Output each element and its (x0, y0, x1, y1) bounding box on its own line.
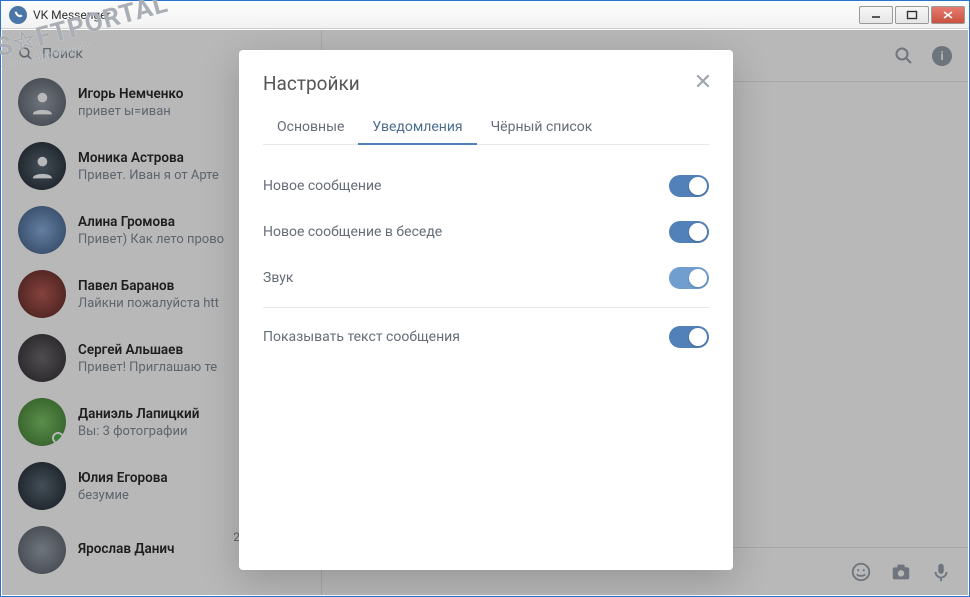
close-icon[interactable]: ✕ (691, 70, 715, 94)
settings-body: Новое сообщение Новое сообщение в беседе… (239, 145, 733, 378)
settings-tabs: Основные Уведомления Чёрный список (263, 111, 709, 145)
toggle-show-text[interactable] (669, 326, 709, 348)
toggle-new-message[interactable] (669, 175, 709, 197)
setting-new-message-chat: Новое сообщение в беседе (263, 209, 709, 255)
setting-label: Новое сообщение в беседе (263, 224, 442, 240)
divider (263, 307, 709, 308)
setting-show-text: Показывать текст сообщения (263, 314, 709, 360)
modal-title: Настройки (263, 72, 709, 95)
minimize-button[interactable] (859, 6, 893, 24)
setting-label: Показывать текст сообщения (263, 329, 460, 345)
vk-logo-icon (9, 6, 27, 24)
tab-notifications[interactable]: Уведомления (358, 111, 476, 145)
setting-sound: Звук (263, 255, 709, 301)
settings-modal: Настройки ✕ Основные Уведомления Чёрный … (239, 50, 733, 570)
setting-label: Новое сообщение (263, 178, 381, 194)
toggle-sound[interactable] (669, 267, 709, 289)
tab-blacklist[interactable]: Чёрный список (477, 111, 607, 145)
setting-label: Звук (263, 270, 293, 286)
titlebar: VK Messenger (1, 1, 969, 29)
tab-general[interactable]: Основные (263, 111, 358, 145)
modal-overlay[interactable]: Настройки ✕ Основные Уведомления Чёрный … (2, 30, 968, 595)
maximize-button[interactable] (895, 6, 929, 24)
close-button[interactable] (931, 6, 965, 24)
setting-new-message: Новое сообщение (263, 163, 709, 209)
window-title: VK Messenger (33, 8, 857, 22)
toggle-new-message-chat[interactable] (669, 221, 709, 243)
